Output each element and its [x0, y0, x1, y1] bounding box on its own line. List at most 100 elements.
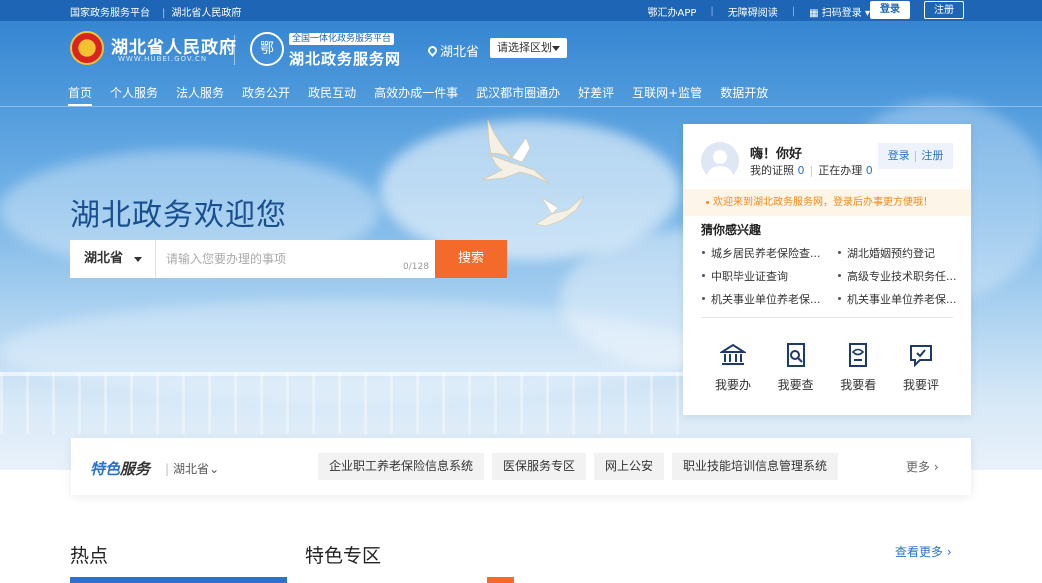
welcome-notice: 欢迎来到湖北政务服务网，登录后办事更方便哦！ — [683, 189, 971, 216]
tag-online-police[interactable]: 网上公安 — [594, 453, 665, 480]
in-progress-label: 正在办理 — [818, 164, 863, 177]
nav-item-corporate[interactable]: 法人服务 — [176, 84, 224, 106]
qr-code-icon: ▦ — [809, 8, 819, 19]
nav-item-open-data[interactable]: 数据开放 — [720, 84, 768, 106]
action-handle-label: 我要办 — [714, 378, 751, 392]
ehuiban-app-link[interactable]: 鄂汇办APP — [647, 4, 696, 19]
my-cert-count: 0 — [797, 164, 805, 177]
see-more-link[interactable]: 查看更多 › — [895, 543, 952, 560]
search-button[interactable]: 搜索 — [435, 240, 507, 278]
nav-item-interaction[interactable]: 政民互动 — [308, 84, 356, 106]
search-area-select[interactable]: 湖北省 — [70, 240, 156, 278]
region-select[interactable]: 请选择区划 — [490, 38, 567, 58]
featured-title-a: 特色 — [90, 460, 121, 478]
quick-actions: 我要办 我要查 我要看 我要评 — [701, 342, 953, 393]
qr-login-link[interactable]: ▦ 扫码登录 ▾ — [809, 4, 870, 19]
action-query-label: 我要查 — [777, 378, 814, 392]
list-item[interactable]: 机关事业单位养老保... — [837, 291, 959, 307]
panel-login-button[interactable]: 登录 — [888, 149, 910, 162]
section-hot-title[interactable]: 热点 — [70, 541, 108, 568]
featured-title: 特色服务 — [90, 458, 150, 479]
action-handle[interactable]: 我要办 — [711, 342, 755, 393]
featured-services: 特色服务 湖北省⌄ 企业职工养老保险信息系统 医保服务专区 网上公安 职业技能培… — [71, 438, 971, 495]
location-pin-icon — [426, 44, 439, 57]
bridge-deck-decoration — [0, 372, 700, 376]
nav-item-supervision[interactable]: 互联网+监管 — [632, 84, 702, 106]
top-register-button[interactable]: 注册 — [924, 1, 964, 19]
section-special-title[interactable]: 特色专区 — [305, 541, 381, 568]
header-divider — [234, 35, 235, 65]
qr-login-label: 扫码登录 — [821, 8, 862, 19]
crane-bird-icon — [535, 195, 585, 227]
nav-item-wuhan-metro[interactable]: 武汉都市圈通办 — [476, 84, 560, 106]
action-rate[interactable]: 我要评 — [899, 342, 943, 393]
top-login-button[interactable]: 登录 — [870, 1, 910, 19]
search-doc-icon — [786, 343, 805, 367]
location-label: 湖北省 — [440, 45, 480, 60]
bridge-decoration — [0, 372, 700, 434]
section-special-marker — [487, 577, 514, 583]
platform-logo-icon: 鄂 — [250, 32, 284, 66]
featured-title-b: 服务 — [120, 460, 151, 478]
panel-auth: 登录 | 注册 — [878, 143, 953, 169]
greeting: 嗨！你好 — [750, 147, 803, 162]
avatar[interactable] — [701, 142, 739, 180]
accessibility-link[interactable]: 无障碍阅读 — [728, 4, 778, 19]
tag-pension-system[interactable]: 企业职工养老保险信息系统 — [318, 453, 485, 480]
view-doc-icon — [849, 343, 868, 367]
in-progress-count: 0 — [865, 164, 873, 177]
nav-item-personal[interactable]: 个人服务 — [110, 84, 158, 106]
list-item[interactable]: 城乡居民养老保险查... — [701, 245, 823, 261]
chevron-down-icon: ⌄ — [209, 462, 220, 476]
nav-item-home[interactable]: 首页 — [68, 84, 93, 106]
my-cert-link[interactable]: 我的证照 0 — [750, 164, 805, 177]
separator: | — [809, 164, 814, 177]
section-hot-underline — [70, 577, 287, 583]
featured-more-link[interactable]: 更多 › — [906, 458, 939, 475]
separator: | — [791, 6, 796, 17]
platform-title[interactable]: 湖北政务服务网 — [289, 48, 401, 69]
search-input[interactable] — [166, 240, 416, 278]
comment-check-icon — [909, 345, 932, 368]
nav-item-gov-open[interactable]: 政务公开 — [242, 84, 290, 106]
more-label: 更多 — [906, 460, 931, 474]
site-header: 湖北省人民政府 WWW.HUBEI.GOV.CN 鄂 全国一体化政务服务平台 湖… — [0, 21, 1042, 77]
separator: | — [710, 6, 714, 17]
list-item[interactable]: 机关事业单位养老保... — [701, 291, 823, 307]
chevron-right-icon: › — [933, 460, 939, 474]
list-item[interactable]: 中职毕业证查询 — [701, 268, 823, 284]
separator: | — [913, 149, 918, 162]
platform-tag: 全国一体化政务服务平台 — [289, 33, 395, 45]
location: 湖北省 — [426, 41, 480, 60]
featured-province-select[interactable]: 湖北省⌄ — [165, 460, 219, 477]
user-panel: 嗨！你好 我的证照 0 | 正在办理 0 登录 | 注册 欢迎来到湖北政务服务网，登录后… — [683, 124, 971, 415]
chevron-right-icon: › — [946, 545, 952, 559]
search-bar: 湖北省 0/128 搜索 — [70, 240, 507, 278]
tag-vocational-training[interactable]: 职业技能培训信息管理系统 — [672, 453, 839, 480]
my-cert-label: 我的证照 — [750, 164, 794, 177]
nav-item-rating[interactable]: 好差评 — [578, 84, 614, 106]
in-progress-link[interactable]: 正在办理 0 — [818, 164, 873, 177]
welcome-heading: 湖北政务欢迎您 — [70, 198, 287, 233]
featured-tags: 企业职工养老保险信息系统 医保服务专区 网上公安 职业技能培训信息管理系统 — [318, 453, 839, 480]
guess-title: 猜你感兴趣 — [701, 223, 762, 237]
main-nav: 首页 个人服务 法人服务 政务公开 政民互动 高效办成一件事 武汉都市圈通办 好… — [68, 84, 786, 106]
nav-divider — [0, 106, 1042, 107]
see-more-label: 查看更多 — [895, 545, 944, 559]
hubei-gov-link[interactable]: 湖北省人民政府 — [171, 8, 241, 19]
top-utility-bar: 国家政务服务平台 | 湖北省人民政府 鄂汇办APP | 无障碍阅读 | ▦ 扫码登录… — [0, 0, 1042, 21]
list-item[interactable]: 高级专业技术职务任... — [837, 268, 959, 284]
notice-text: 欢迎来到湖北政务服务网，登录后办事更方便哦！ — [713, 197, 933, 208]
bank-icon — [720, 343, 746, 365]
action-view-label: 我要看 — [840, 378, 877, 392]
panel-divider — [701, 317, 953, 318]
national-platform-link[interactable]: 国家政务服务平台 — [70, 8, 150, 19]
action-view[interactable]: 我要看 — [836, 342, 880, 393]
national-emblem-icon — [70, 31, 104, 65]
action-query[interactable]: 我要查 — [774, 342, 818, 393]
list-item[interactable]: 湖北婚姻预约登记 — [837, 245, 959, 261]
panel-register-button[interactable]: 注册 — [921, 149, 943, 162]
nav-item-one-thing[interactable]: 高效办成一件事 — [374, 84, 458, 106]
tag-medical-insurance[interactable]: 医保服务专区 — [492, 453, 587, 480]
gov-domain: WWW.HUBEI.GOV.CN — [118, 55, 208, 63]
